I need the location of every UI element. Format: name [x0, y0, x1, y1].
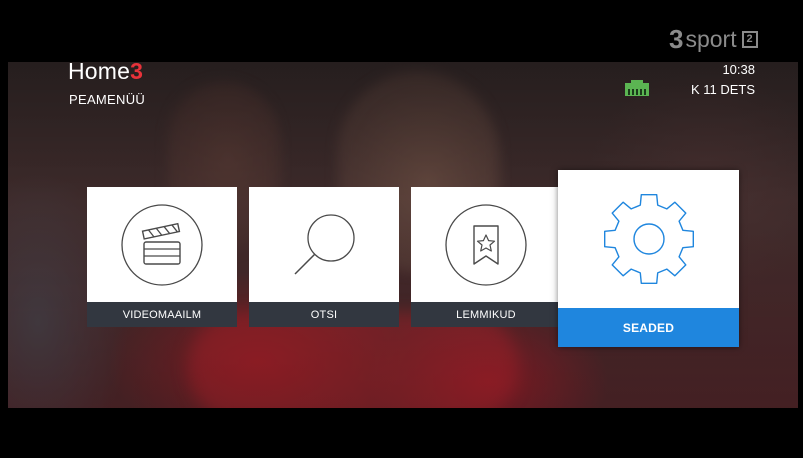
menu-tile-otsi[interactable]: OTSI — [249, 187, 399, 327]
channel-logo-mark: 3 — [669, 24, 684, 54]
chevron-left-icon[interactable] — [531, 242, 551, 276]
channel-logo: 3 sport 2 — [669, 26, 758, 52]
page-title: PEAMENÜÜ — [69, 92, 146, 107]
channel-number: 2 — [741, 30, 758, 48]
menu-tile-label: LEMMIKUD — [411, 302, 561, 327]
tv-screen: Home3 PEAMENÜÜ 3 sport 2 10:38 K 11 DETS — [0, 0, 803, 458]
app-brand: Home3 — [68, 58, 143, 85]
menu-tile-label: OTSI — [249, 302, 399, 327]
clapperboard-icon — [121, 203, 203, 286]
favorites-star-icon — [445, 203, 527, 286]
channel-logo-word: sport — [685, 25, 737, 52]
menu-tile-videomaailm[interactable]: VIDEOMAAILM — [87, 187, 237, 327]
brand-mark: 3 — [130, 58, 144, 84]
ethernet-icon — [625, 80, 649, 96]
clock-date: K 11 DETS — [690, 82, 755, 97]
clock-time: 10:38 — [722, 62, 755, 77]
search-icon — [294, 213, 355, 275]
menu-tile-seaded[interactable]: SEADED — [558, 170, 739, 347]
brand-word: Home — [68, 58, 131, 84]
gear-icon — [603, 194, 694, 284]
menu-tile-label: SEADED — [558, 308, 739, 347]
menu-tile-label: VIDEOMAAILM — [87, 302, 237, 327]
